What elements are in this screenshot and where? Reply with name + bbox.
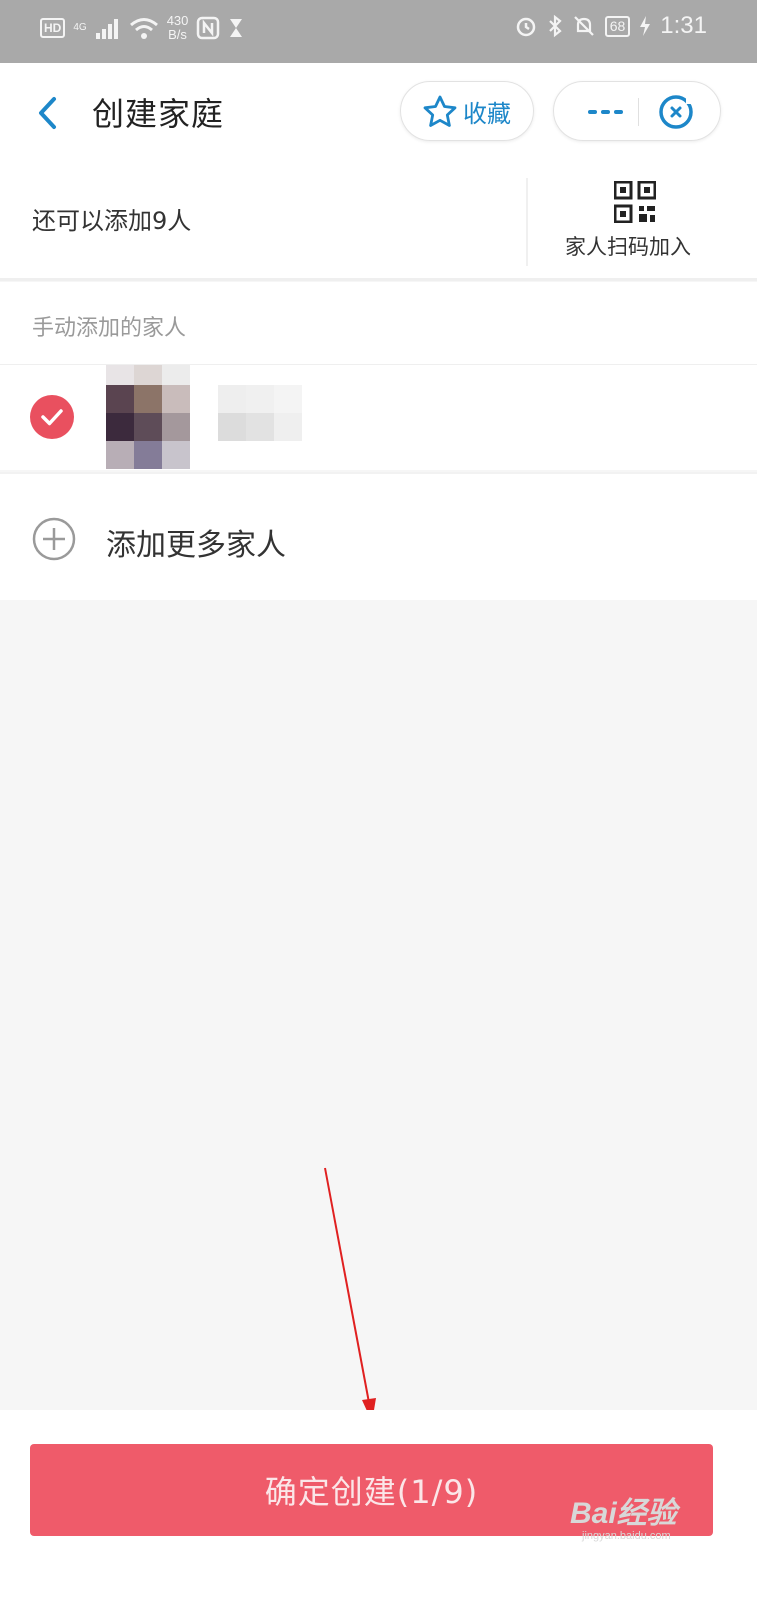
status-bar: HD 4G 430 B/s 68 1:31 xyxy=(0,0,757,63)
favorite-button[interactable]: 收藏 xyxy=(400,81,534,141)
battery-indicator: 68 xyxy=(604,15,631,37)
nfc-icon xyxy=(197,16,220,40)
checked-icon[interactable] xyxy=(30,395,74,439)
more-dots-icon xyxy=(588,110,623,114)
mini-program-capsule xyxy=(553,81,721,141)
bluetooth-icon xyxy=(548,14,562,38)
scan-join-label[interactable]: 家人扫码加入 xyxy=(565,231,691,261)
qr-code-icon[interactable] xyxy=(614,181,656,223)
more-button[interactable] xyxy=(576,92,636,132)
page-title: 创建家庭 xyxy=(92,95,225,133)
signal-icon xyxy=(95,19,118,39)
watermark-brand: Bai经验 xyxy=(570,1497,677,1530)
app-header: 创建家庭 收藏 xyxy=(0,63,757,163)
capsule-divider xyxy=(638,98,639,126)
alarm-icon xyxy=(516,17,535,37)
favorite-label: 收藏 xyxy=(463,99,511,128)
manual-section-label: 手动添加的家人 xyxy=(32,316,187,341)
family-member-row[interactable] xyxy=(0,364,757,470)
back-arrow-icon[interactable] xyxy=(32,93,62,133)
add-circle-icon xyxy=(32,517,76,561)
add-more-label: 添加更多家人 xyxy=(106,528,286,563)
speed-value: 430 xyxy=(166,13,189,28)
network-speed: 430 B/s xyxy=(167,14,189,42)
mute-bell-icon xyxy=(573,16,594,36)
invite-row: 还可以添加9人 家人扫码加入 xyxy=(0,163,757,281)
remaining-count-text: 还可以添加9人 xyxy=(32,207,192,235)
watermark-url: jingyan.baidu.com xyxy=(582,1530,671,1542)
wifi-icon xyxy=(129,18,158,39)
checkmark-icon xyxy=(41,409,63,426)
network-type: 4G xyxy=(73,22,87,33)
hd-badge: HD xyxy=(40,18,66,38)
invite-divider xyxy=(526,178,528,266)
close-icon[interactable] xyxy=(656,94,696,130)
add-more-family-row[interactable]: 添加更多家人 xyxy=(0,472,757,600)
baidu-jingyan-watermark: Bai经验 jingyan.baidu.com xyxy=(570,1488,677,1542)
star-icon xyxy=(423,95,457,127)
charging-icon xyxy=(640,16,651,36)
clock: 1:31 xyxy=(660,12,707,39)
hourglass-icon xyxy=(230,19,243,37)
annotation-arrow xyxy=(324,1167,376,1422)
speed-unit: B/s xyxy=(168,27,187,42)
